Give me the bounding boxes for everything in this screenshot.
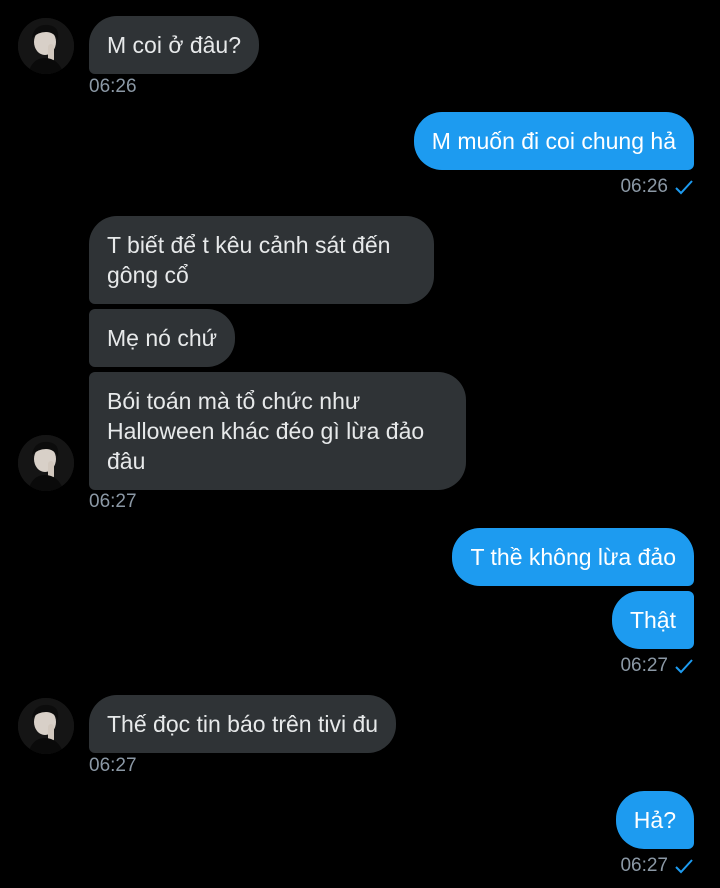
message-bubble-incoming[interactable]: Bói toán mà tổ chức như Halloween khác đ…	[89, 372, 466, 490]
message-bubble-outgoing[interactable]: Thật	[611, 591, 694, 649]
message-bubble-incoming[interactable]: Mẹ nó chứ	[89, 309, 236, 367]
message-bubble-outgoing[interactable]: M muốn đi coi chung hả	[413, 112, 694, 170]
contact-avatar[interactable]	[18, 698, 74, 754]
contact-avatar[interactable]	[18, 435, 74, 491]
read-check-icon	[674, 179, 694, 195]
read-check-icon	[674, 658, 694, 674]
message-bubble-incoming[interactable]: T biết để t kêu cảnh sát đến gông cổ	[89, 216, 434, 304]
timestamp-text: 06:27	[89, 491, 137, 512]
timestamp-text: 06:26	[620, 176, 668, 197]
message-timestamp: 06:26	[620, 176, 694, 198]
read-check-icon	[674, 858, 694, 874]
message-timestamp: 06:27	[620, 655, 694, 677]
message-timestamp: 06:26	[89, 76, 137, 98]
timestamp-text: 06:27	[89, 755, 137, 776]
avatar-photo-icon	[18, 435, 74, 491]
message-bubble-outgoing[interactable]: Hả?	[615, 791, 694, 849]
timestamp-text: 06:27	[620, 855, 668, 876]
message-bubble-incoming[interactable]: Thế đọc tin báo trên tivi đu	[89, 695, 397, 753]
message-bubble-outgoing[interactable]: T thề không lừa đảo	[452, 528, 694, 586]
message-timestamp: 06:27	[620, 855, 694, 877]
avatar-photo-icon	[18, 698, 74, 754]
timestamp-text: 06:27	[620, 655, 668, 676]
avatar-photo-icon	[18, 18, 74, 74]
message-timestamp: 06:27	[89, 491, 137, 513]
message-timestamp: 06:27	[89, 755, 137, 777]
message-bubble-incoming[interactable]: M coi ở đâu?	[89, 16, 259, 74]
chat-conversation[interactable]: M coi ở đâu? 06:26 M muốn đi coi chung h…	[0, 0, 720, 888]
contact-avatar[interactable]	[18, 18, 74, 74]
timestamp-text: 06:26	[89, 76, 137, 97]
